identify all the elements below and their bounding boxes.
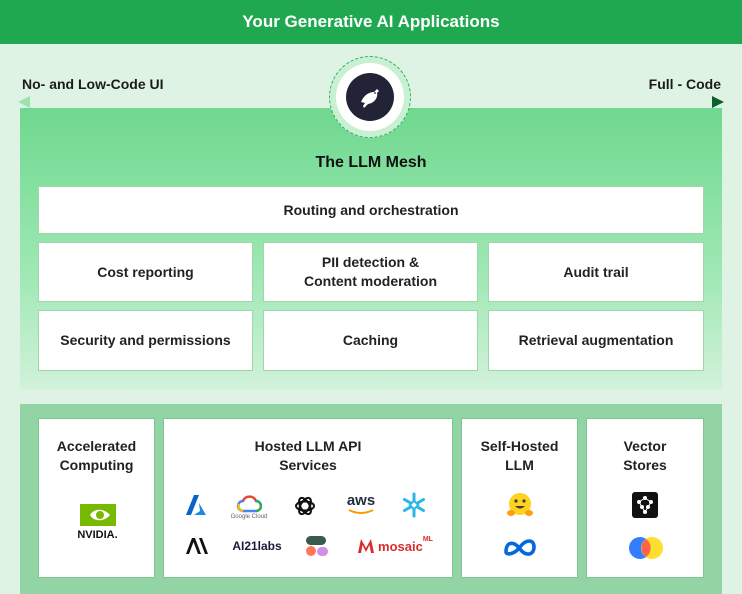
aws-icon: aws (342, 489, 380, 519)
retrieval-box: Retrieval augmentation (488, 310, 704, 371)
audit-label: Audit trail (563, 263, 629, 280)
vector-title-line1: Vector (623, 438, 667, 454)
chroma-icon (626, 535, 666, 561)
pii-detection-box: PII detection & Content moderation (263, 242, 478, 302)
mosaic-sup-text: ML (422, 536, 433, 543)
caching-box: Caching (263, 310, 478, 371)
google-cloud-text: Google Cloud (230, 513, 268, 520)
cost-reporting-box: Cost reporting (38, 242, 253, 302)
selfhosted-title: Self-Hosted LLM (462, 437, 577, 475)
hugging-face-icon (504, 489, 536, 521)
self-hosted-llm-card: Self-Hosted LLM (461, 418, 578, 578)
caching-label: Caching (342, 332, 399, 348)
llm-mesh-title: The LLM Mesh (315, 154, 427, 171)
selfhosted-title-line2: LLM (505, 457, 534, 473)
vector-title-line2: Stores (623, 457, 667, 473)
mosaic-text: mosaic (378, 538, 423, 554)
openai-icon (292, 493, 318, 519)
google-cloud-icon: Google Cloud (230, 489, 268, 525)
hosted-title-line2: Services (279, 457, 337, 473)
nvidia-logo-icon: NVIDIA. (59, 501, 136, 543)
bird-icon (346, 73, 394, 121)
azure-icon (184, 493, 208, 517)
accelerated-title-line1: Accelerated (56, 438, 137, 454)
security-label: Security and permissions (60, 332, 231, 348)
ai21-icon: AI21labs (230, 535, 284, 557)
selfhosted-title-line1: Self-Hosted (480, 438, 559, 454)
retrieval-label: Retrieval augmentation (518, 332, 674, 348)
hosted-title-line1: Hosted LLM API (254, 438, 362, 454)
applications-banner: Your Generative AI Applications (0, 0, 742, 44)
pinecone-icon (631, 491, 659, 519)
banner-title: Your Generative AI Applications (242, 12, 500, 31)
security-box: Security and permissions (38, 310, 253, 371)
hosted-title: Hosted LLM API Services (164, 437, 452, 475)
pii-label-line1: PII detection & (321, 254, 420, 270)
cohere-icon (302, 531, 332, 561)
pii-label-line2: Content moderation (304, 273, 437, 289)
mosaic-ml-icon: mosaic ML (350, 533, 440, 559)
routing-label: Routing and orchestration (283, 201, 459, 218)
snowflake-icon (400, 491, 428, 519)
accelerated-title-line2: Computing (59, 457, 134, 473)
vector-stores-card: Vector Stores (586, 418, 704, 578)
ai21-text: AI21labs (232, 539, 282, 553)
routing-box: Routing and orchestration (38, 186, 704, 234)
audit-trail-box: Audit trail (488, 242, 704, 302)
accelerated-title: Accelerated Computing (39, 437, 154, 475)
anthropic-icon (184, 535, 210, 557)
accelerated-computing-card: Accelerated Computing NVIDIA. (38, 418, 155, 578)
nvidia-logo-text: NVIDIA. (77, 528, 118, 541)
aws-text: aws (346, 492, 376, 509)
meta-icon (500, 535, 540, 559)
vector-title: Vector Stores (587, 437, 703, 475)
cost-label: Cost reporting (97, 263, 194, 280)
hosted-llm-card: Hosted LLM API Services Google Cloud aws (163, 418, 453, 578)
